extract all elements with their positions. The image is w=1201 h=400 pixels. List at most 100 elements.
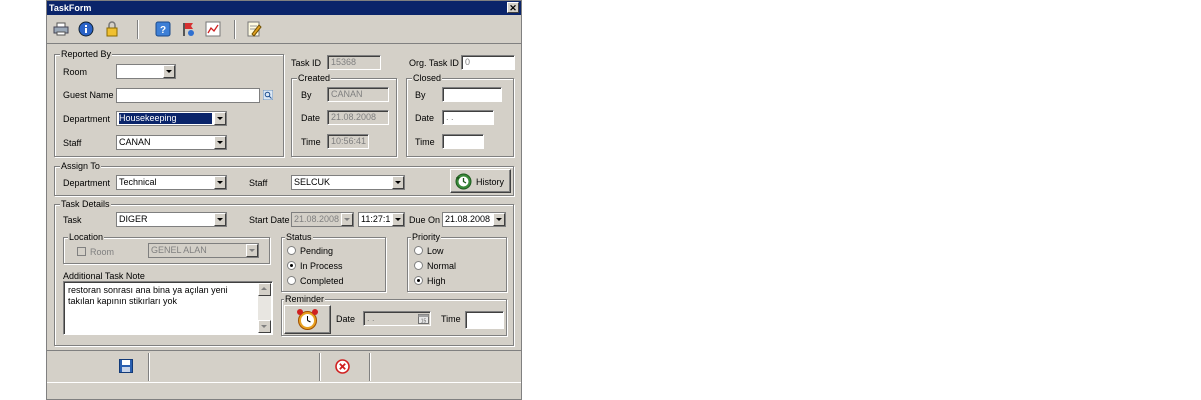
department-label: Department [63, 114, 111, 124]
department-value: Housekeeping [119, 113, 212, 124]
toolbar: ? [47, 15, 521, 44]
closed-time-field[interactable] [442, 134, 484, 149]
action-bar [47, 350, 521, 383]
status-pending-radio[interactable] [287, 246, 296, 255]
reminder-alarm-button[interactable] [284, 305, 331, 334]
flag-icon[interactable] [180, 21, 196, 37]
staff-combo[interactable]: CANAN [116, 135, 227, 150]
reminder-date-label: Date [336, 314, 356, 324]
task-label: Task [63, 215, 82, 225]
priority-high-label: High [427, 276, 446, 286]
due-on-combo[interactable]: 21.08.2008 [442, 212, 506, 227]
alarm-clock-icon [297, 309, 318, 330]
closed-date-field[interactable]: . . [442, 110, 494, 125]
priority-normal-radio[interactable] [414, 261, 423, 270]
created-by-field: CANAN [327, 87, 389, 102]
title-bar: TaskForm ✕ [47, 1, 521, 15]
location-area-value: GENEL ALAN [151, 245, 207, 255]
status-in-process-label: In Process [300, 261, 343, 271]
window-title: TaskForm [49, 3, 92, 13]
chevron-down-icon[interactable] [392, 176, 404, 189]
priority-high-radio[interactable] [414, 276, 423, 285]
guest-name-label: Guest Name [63, 90, 114, 100]
org-task-id-label: Org. Task ID [409, 58, 459, 68]
closed-date-label: Date [415, 113, 435, 123]
search-icon[interactable] [262, 89, 274, 101]
assign-to-legend: Assign To [60, 161, 101, 171]
closed-by-label: By [415, 90, 426, 100]
chevron-down-icon[interactable] [214, 176, 226, 189]
start-date-value: 21.08.2008 [294, 214, 339, 224]
staff-value: CANAN [119, 137, 151, 147]
task-id-field: 15368 [327, 55, 381, 70]
closed-time-label: Time [415, 137, 435, 147]
start-date-label: Start Date [249, 215, 290, 225]
status-pending-label: Pending [300, 246, 334, 256]
scroll-down-icon[interactable] [258, 320, 271, 333]
reminder-date-field[interactable]: . . 15 [363, 311, 431, 326]
lock-icon[interactable] [104, 21, 120, 37]
assign-staff-label: Staff [249, 178, 268, 188]
task-id-label: Task ID [291, 58, 322, 68]
svg-text:?: ? [160, 25, 166, 36]
note-scrollbar[interactable] [258, 283, 271, 333]
reminder-legend: Reminder [284, 294, 326, 304]
created-date-field: 21.08.2008 [327, 110, 389, 125]
chevron-down-icon [341, 213, 353, 226]
printer-icon[interactable] [53, 21, 69, 37]
chevron-down-icon [246, 244, 258, 257]
cancel-icon[interactable] [335, 359, 350, 374]
priority-normal-label: Normal [427, 261, 457, 271]
department-combo[interactable]: Housekeeping [116, 111, 227, 126]
additional-note-textarea[interactable]: restoran sonrası ana bina ya açılan yeni… [63, 281, 273, 335]
org-task-id-field[interactable]: 0 [461, 55, 515, 70]
room-label: Room [63, 67, 88, 77]
svg-text:15: 15 [421, 319, 427, 325]
info-icon[interactable] [78, 21, 94, 37]
room-combo[interactable] [116, 64, 176, 79]
additional-note-text: restoran sonrası ana bina ya açılan yeni… [68, 285, 228, 306]
assign-department-value: Technical [119, 177, 157, 187]
chevron-down-icon[interactable] [214, 213, 226, 226]
created-legend: Created [297, 73, 332, 83]
close-button[interactable]: ✕ [507, 2, 519, 13]
status-completed-radio[interactable] [287, 276, 296, 285]
status-bar [47, 382, 521, 399]
help-icon[interactable]: ? [155, 21, 171, 37]
calendar-icon[interactable]: 15 [418, 313, 429, 325]
start-time-value: 11:27:1 [361, 214, 390, 224]
additional-note-label: Additional Task Note [63, 271, 145, 281]
priority-legend: Priority [411, 232, 442, 242]
chevron-down-icon[interactable] [392, 213, 404, 226]
assign-department-label: Department [63, 178, 111, 188]
chevron-down-icon[interactable] [163, 65, 175, 78]
save-icon[interactable] [119, 359, 133, 373]
assign-staff-value: SELCUK [294, 177, 331, 187]
status-in-process-radio[interactable] [287, 261, 296, 270]
history-icon [455, 173, 472, 190]
assign-staff-combo[interactable]: SELCUK [291, 175, 405, 190]
priority-low-radio[interactable] [414, 246, 423, 255]
scroll-up-icon[interactable] [258, 283, 271, 296]
task-value: DIGER [119, 214, 148, 224]
room-value [119, 66, 161, 77]
location-room-checkbox[interactable] [77, 247, 86, 256]
start-time-combo[interactable]: 11:27:1 [358, 212, 405, 227]
created-date-label: Date [301, 113, 321, 123]
assign-department-combo[interactable]: Technical [116, 175, 227, 190]
history-button[interactable]: History [450, 169, 511, 193]
guest-name-input[interactable] [116, 88, 260, 103]
task-combo[interactable]: DIGER [116, 212, 227, 227]
chevron-down-icon[interactable] [493, 213, 505, 226]
reminder-time-label: Time [441, 314, 461, 324]
staff-label: Staff [63, 138, 82, 148]
chevron-down-icon[interactable] [214, 112, 226, 125]
taskform-window: TaskForm ✕ ? Reported By Room Guest Name… [46, 0, 522, 400]
edit-note-icon[interactable] [246, 21, 262, 37]
priority-low-label: Low [427, 246, 444, 256]
chart-icon[interactable] [205, 21, 221, 37]
location-legend: Location [68, 232, 105, 242]
closed-by-field[interactable] [442, 87, 502, 102]
reminder-time-field[interactable] [465, 311, 504, 329]
chevron-down-icon[interactable] [214, 136, 226, 149]
